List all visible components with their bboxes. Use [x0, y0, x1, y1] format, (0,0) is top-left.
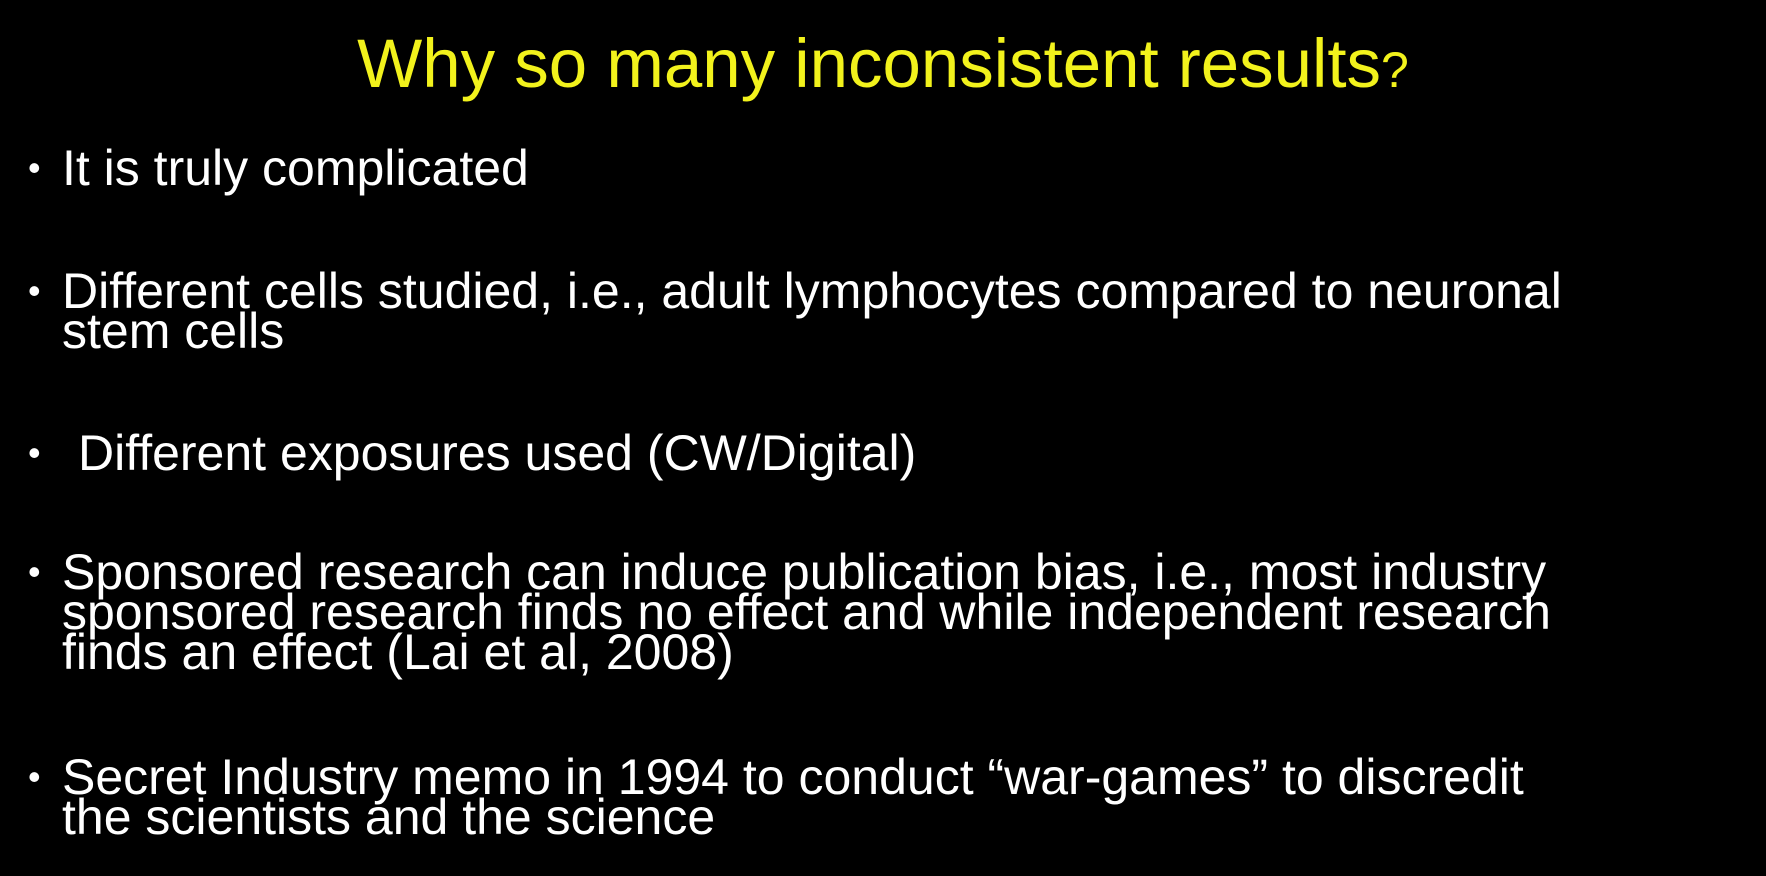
slide-title-text: Why so many inconsistent results	[357, 25, 1382, 102]
bullet-text: Different cells studied, i.e., adult lym…	[62, 263, 1562, 359]
bullet-item: • Sponsored research can induce publicat…	[28, 544, 1748, 680]
slide: Why so many inconsistent results? • It i…	[0, 0, 1766, 876]
bullet-text: It is truly complicated	[62, 140, 529, 196]
bullet-item: • It is truly complicated	[28, 140, 1748, 196]
bullet-item: • Different cells studied, i.e., adult l…	[28, 263, 1748, 359]
bullet-dot: •	[28, 432, 41, 473]
bullet-text: Secret Industry memo in 1994 to conduct …	[62, 749, 1524, 845]
bullet-dot: •	[28, 756, 41, 797]
slide-title-question-mark: ?	[1381, 42, 1409, 98]
bullet-dot: •	[28, 147, 41, 188]
bullet-dot: •	[28, 551, 41, 592]
bullet-text: Sponsored research can induce publicatio…	[62, 544, 1551, 680]
bullet-item: • Different exposures used (CW/Digital)	[28, 425, 1748, 481]
bullet-item: • Secret Industry memo in 1994 to conduc…	[28, 749, 1748, 845]
bullet-dot: •	[28, 270, 41, 311]
bullet-text: Different exposures used (CW/Digital)	[78, 425, 917, 481]
slide-title: Why so many inconsistent results?	[0, 22, 1766, 112]
